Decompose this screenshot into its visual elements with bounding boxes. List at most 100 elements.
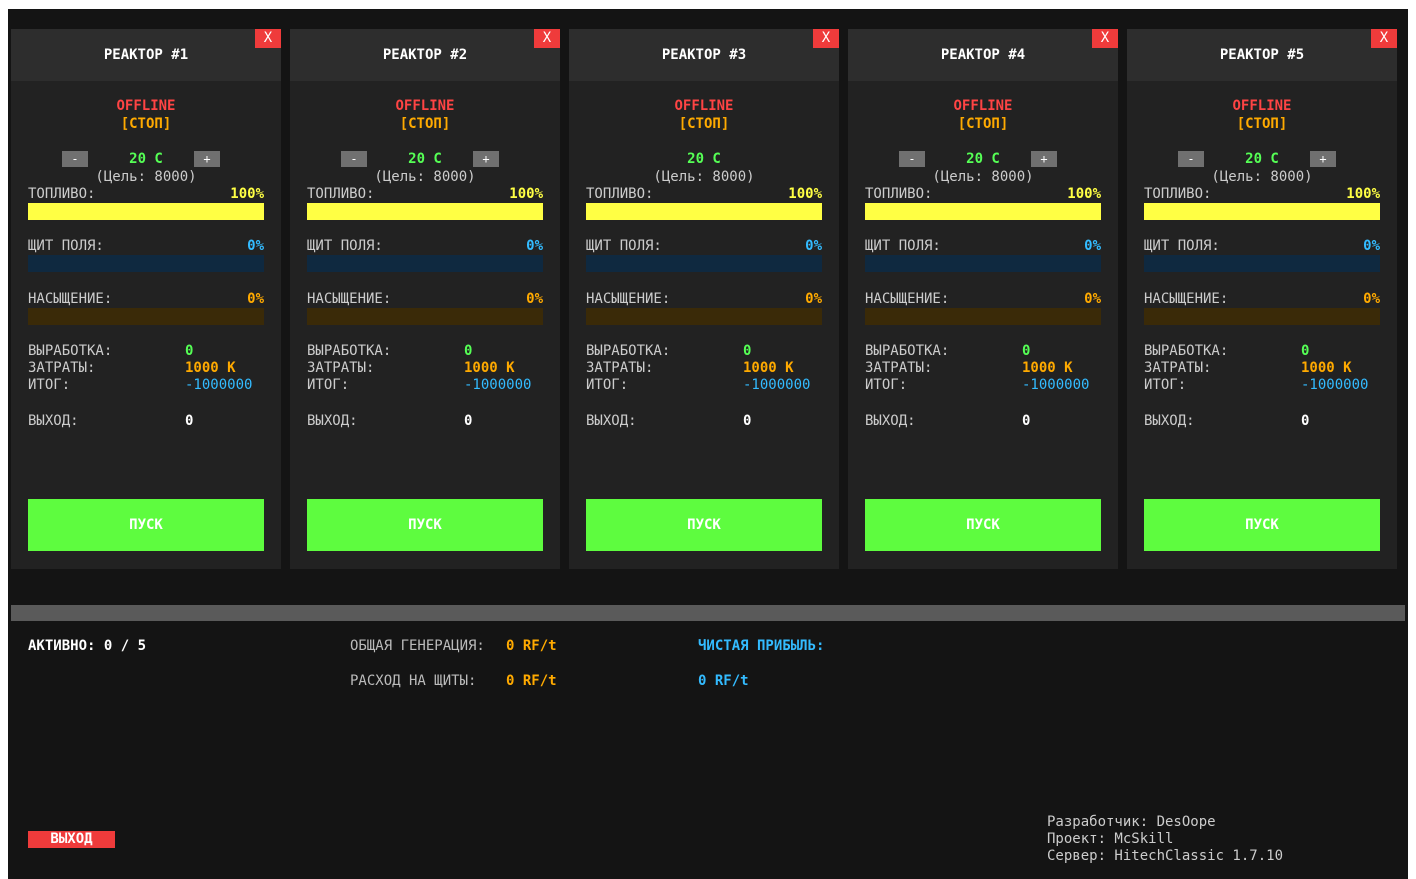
start-button[interactable]: ПУСК — [865, 499, 1101, 551]
cost-value: 1000 K — [464, 360, 515, 376]
shield-bar — [865, 255, 1101, 272]
reactor-panel-3: РЕАКТОР #3 X OFFLINE [СТОП] 20 C (Цель: 8000)… — [569, 29, 839, 569]
output-value: 0 — [185, 413, 194, 429]
temperature-value: 20 C — [1245, 151, 1279, 167]
output-value: 0 — [1022, 413, 1031, 429]
shield-label: ЩИТ ПОЛЯ: — [307, 238, 383, 254]
start-button[interactable]: ПУСК — [28, 499, 264, 551]
close-button[interactable]: X — [1371, 29, 1397, 48]
target-temperature: (Цель: 8000) — [95, 169, 197, 185]
shield-label: ЩИТ ПОЛЯ: — [586, 238, 662, 254]
saturation-bar — [307, 308, 543, 325]
total-generation-label: ОБЩАЯ ГЕНЕРАЦИЯ: — [350, 638, 485, 654]
section-divider — [11, 605, 1405, 621]
credit-server: Сервер: HitechClassic 1.7.10 — [1047, 848, 1284, 864]
cost-label: ЗАТРАТЫ: — [586, 360, 654, 376]
shield-bar — [307, 255, 543, 272]
target-temperature: (Цель: 8000) — [1211, 169, 1313, 185]
shield-bar — [1144, 255, 1380, 272]
start-button[interactable]: ПУСК — [1144, 499, 1380, 551]
state-text: [СТОП] — [678, 116, 730, 132]
fuel-bar-fill — [28, 203, 264, 220]
close-button[interactable]: X — [534, 29, 560, 48]
temp-increase-button[interactable]: + — [1031, 151, 1057, 167]
generation-value: 0 — [1022, 343, 1031, 359]
shield-percent: 0% — [1084, 238, 1101, 254]
temp-increase-button[interactable]: + — [1310, 151, 1336, 167]
temperature-value: 20 C — [129, 151, 163, 167]
exit-button[interactable]: ВЫХОД — [28, 831, 115, 848]
fuel-percent: 100% — [1067, 186, 1101, 202]
saturation-bar — [1144, 308, 1380, 325]
output-label: ВЫХОД: — [307, 413, 358, 429]
total-generation-value: 0 RF/t — [506, 638, 557, 654]
saturation-bar — [586, 308, 822, 325]
shield-label: ЩИТ ПОЛЯ: — [1144, 238, 1220, 254]
reactor-row: РЕАКТОР #1 X OFFLINE [СТОП] -20 C + (Цель: 800… — [11, 29, 1401, 569]
close-button[interactable]: X — [813, 29, 839, 48]
reactor-panel-4: РЕАКТОР #4 X OFFLINE [СТОП] -20 C + (Цель: 800… — [848, 29, 1118, 569]
fuel-bar-fill — [307, 203, 543, 220]
reactor-header: РЕАКТОР #1 X — [11, 29, 281, 81]
reactor-panel-2: РЕАКТОР #2 X OFFLINE [СТОП] -20 C + (Цель: 800… — [290, 29, 560, 569]
fuel-bar-fill — [1144, 203, 1380, 220]
start-button[interactable]: ПУСК — [586, 499, 822, 551]
fuel-label: ТОПЛИВО: — [586, 186, 654, 202]
fuel-bar — [1144, 203, 1380, 220]
close-button[interactable]: X — [1092, 29, 1118, 48]
total-value: -1000000 — [743, 377, 811, 393]
temp-increase-button[interactable]: + — [194, 151, 220, 167]
fuel-label: ТОПЛИВО: — [28, 186, 96, 202]
state-text: [СТОП] — [120, 116, 172, 132]
reactor-header: РЕАКТОР #2 X — [290, 29, 560, 81]
shield-bar — [586, 255, 822, 272]
status-text: OFFLINE — [953, 98, 1013, 114]
reactor-header: РЕАКТОР #5 X — [1127, 29, 1397, 81]
fuel-percent: 100% — [509, 186, 543, 202]
fuel-label: ТОПЛИВО: — [307, 186, 375, 202]
saturation-percent: 0% — [526, 291, 543, 307]
generation-value: 0 — [1301, 343, 1310, 359]
reactor-header: РЕАКТОР #4 X — [848, 29, 1118, 81]
generation-label: ВЫРАБОТКА: — [307, 343, 392, 359]
generation-value: 0 — [743, 343, 752, 359]
shield-cost-label: РАСХОД НА ЩИТЫ: — [350, 673, 477, 689]
generation-label: ВЫРАБОТКА: — [586, 343, 671, 359]
target-temperature: (Цель: 8000) — [932, 169, 1034, 185]
temp-increase-button[interactable]: + — [473, 151, 499, 167]
fuel-percent: 100% — [230, 186, 264, 202]
saturation-percent: 0% — [247, 291, 264, 307]
shield-bar — [28, 255, 264, 272]
saturation-label: НАСЫЩЕНИЕ: — [28, 291, 113, 307]
shield-label: ЩИТ ПОЛЯ: — [28, 238, 104, 254]
output-value: 0 — [464, 413, 473, 429]
shield-percent: 0% — [1363, 238, 1380, 254]
credit-project: Проект: McSkill — [1047, 831, 1174, 847]
generation-label: ВЫРАБОТКА: — [1144, 343, 1229, 359]
cost-value: 1000 K — [743, 360, 794, 376]
net-profit-label: ЧИСТАЯ ПРИБЫЛЬ: — [698, 638, 825, 654]
total-label: ИТОГ: — [586, 377, 629, 393]
generation-label: ВЫРАБОТКА: — [28, 343, 113, 359]
total-value: -1000000 — [1301, 377, 1369, 393]
reactor-header: РЕАКТОР #3 X — [569, 29, 839, 81]
cost-value: 1000 K — [1301, 360, 1352, 376]
dashboard-screen: РЕАКТОР #1 X OFFLINE [СТОП] -20 C + (Цель: 800… — [8, 9, 1408, 879]
shield-percent: 0% — [805, 238, 822, 254]
total-label: ИТОГ: — [865, 377, 908, 393]
start-button[interactable]: ПУСК — [307, 499, 543, 551]
active-count: АКТИВНО: 0 / 5 — [28, 638, 147, 654]
close-button[interactable]: X — [255, 29, 281, 48]
output-label: ВЫХОД: — [586, 413, 637, 429]
total-value: -1000000 — [464, 377, 532, 393]
reactor-panel-5: РЕАКТОР #5 X OFFLINE [СТОП] -20 C + (Цель: 800… — [1127, 29, 1397, 569]
saturation-bar — [865, 308, 1101, 325]
temperature-value: 20 C — [408, 151, 442, 167]
saturation-percent: 0% — [1363, 291, 1380, 307]
saturation-bar — [28, 308, 264, 325]
reactor-title: РЕАКТОР #5 — [1219, 47, 1305, 63]
shield-percent: 0% — [247, 238, 264, 254]
output-value: 0 — [1301, 413, 1310, 429]
shield-cost-value: 0 RF/t — [506, 673, 557, 689]
fuel-bar — [28, 203, 264, 220]
